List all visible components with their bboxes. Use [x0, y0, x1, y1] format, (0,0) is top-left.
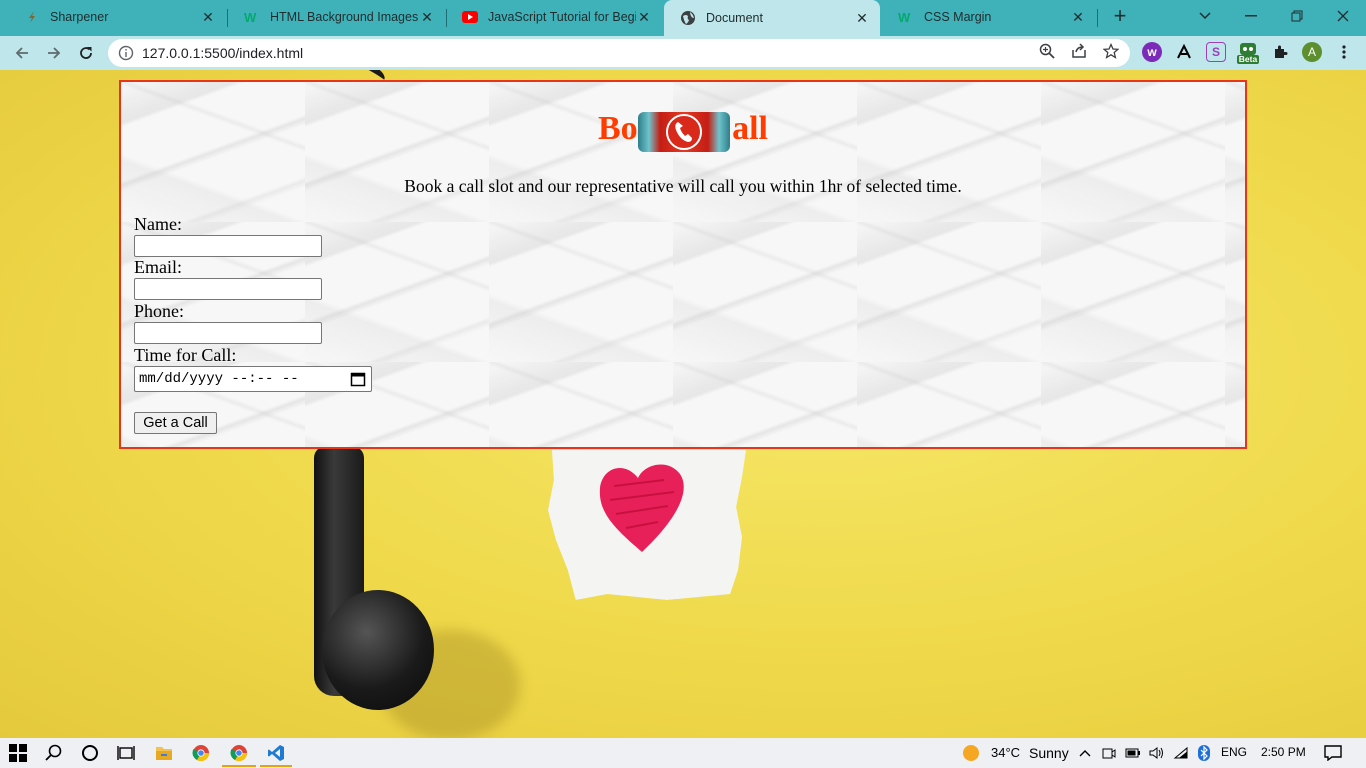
svg-text:W: W — [244, 10, 257, 24]
search-icon[interactable] — [43, 742, 65, 764]
active-app-indicator — [260, 765, 292, 767]
cortana-icon[interactable] — [79, 742, 101, 764]
weather-condition: Sunny — [1029, 745, 1069, 761]
tab-strip: Sharpener ✕ W HTML Background Images ✕ J… — [0, 0, 1366, 36]
url-text: 127.0.0.1:5500/index.html — [142, 45, 304, 61]
get-a-call-button[interactable]: Get a Call — [134, 412, 217, 434]
close-icon[interactable]: ✕ — [419, 9, 435, 25]
task-view-icon[interactable] — [115, 742, 137, 764]
w3schools-icon: W — [898, 9, 914, 25]
phone-input[interactable] — [134, 322, 322, 344]
tab-search-button[interactable] — [1182, 0, 1228, 32]
svg-text:W: W — [898, 10, 911, 24]
battery-icon[interactable] — [1122, 742, 1144, 764]
chrome-icon[interactable] — [190, 742, 212, 764]
close-icon[interactable]: ✕ — [1070, 9, 1086, 25]
time-label: Time for Call: — [134, 345, 237, 365]
windows-taskbar: 34°C Sunny ENG 2:50 PM — [0, 738, 1366, 768]
name-input[interactable] — [134, 235, 322, 257]
name-label: Name: — [134, 214, 182, 234]
profile-initial: A — [1307, 45, 1316, 59]
close-icon[interactable]: ✕ — [200, 9, 216, 25]
close-window-button[interactable] — [1320, 0, 1366, 32]
tab-javascript-tutorial[interactable]: JavaScript Tutorial for Beginne ✕ — [446, 0, 662, 34]
chevron-up-icon[interactable] — [1074, 742, 1096, 764]
phone-earpiece-image — [322, 590, 434, 710]
call-time-input[interactable]: mm/dd/yyyy --:-- -- — [134, 366, 372, 392]
w3schools-icon: W — [244, 9, 260, 25]
clock-time[interactable]: 2:50 PM — [1261, 745, 1306, 759]
beta-badge: Beta — [1238, 54, 1258, 64]
extension-beta-icon[interactable]: Beta — [1236, 41, 1260, 65]
restore-button[interactable] — [1274, 0, 1320, 32]
back-button[interactable] — [8, 39, 36, 67]
forward-button[interactable] — [40, 39, 68, 67]
minimize-button[interactable] — [1228, 0, 1274, 32]
booking-form-card: Book a Call Book a call slot and our rep… — [119, 80, 1247, 449]
weather-temperature: 34°C — [991, 745, 1021, 760]
bluetooth-icon[interactable] — [1193, 742, 1215, 764]
page-subtitle: Book a call slot and our representative … — [404, 176, 962, 196]
tab-divider — [1097, 9, 1098, 27]
chrome-menu-icon[interactable] — [1334, 42, 1354, 62]
tab-document[interactable]: Document ✕ — [664, 0, 880, 36]
heart-image — [599, 464, 684, 552]
tab-title: CSS Margin — [924, 10, 992, 24]
datetime-placeholder: mm/dd/yyyy --:-- -- — [139, 371, 299, 387]
notification-icon[interactable] — [1322, 742, 1344, 764]
vscode-icon[interactable] — [265, 742, 287, 764]
extension-a-icon[interactable] — [1174, 42, 1194, 62]
tab-title: JavaScript Tutorial for Beginne — [488, 10, 636, 24]
phone-label: Phone: — [134, 301, 185, 321]
weather-sun-icon[interactable] — [960, 742, 982, 764]
tab-html-background-images[interactable]: W HTML Background Images ✕ — [228, 0, 445, 34]
chrome-profile-icon[interactable] — [228, 742, 250, 764]
wifi-icon[interactable] — [1170, 742, 1192, 764]
extension-s-icon[interactable]: S — [1206, 42, 1226, 62]
site-info-icon[interactable] — [118, 45, 134, 61]
sharpener-icon — [24, 9, 40, 25]
tab-title: Sharpener — [50, 10, 109, 24]
bookmark-star-icon[interactable] — [1102, 42, 1120, 60]
page-viewport: Book a Call Book a call slot and our rep… — [0, 70, 1366, 738]
language-indicator[interactable]: ENG — [1221, 745, 1247, 759]
email-label: Email: — [134, 257, 182, 277]
file-explorer-icon[interactable] — [153, 742, 175, 764]
new-tab-button[interactable]: + — [1108, 5, 1132, 29]
active-app-indicator — [222, 765, 256, 767]
tab-title: HTML Background Images — [270, 10, 419, 24]
phone-call-icon — [638, 112, 730, 152]
extension-w-icon[interactable]: w — [1142, 42, 1162, 62]
email-input[interactable] — [134, 278, 322, 300]
windows-start-icon[interactable] — [7, 742, 29, 764]
globe-icon — [680, 10, 696, 26]
address-bar[interactable]: 127.0.0.1:5500/index.html — [108, 39, 1130, 67]
tab-sharpener[interactable]: Sharpener ✕ — [8, 0, 226, 34]
extensions-puzzle-icon[interactable] — [1270, 42, 1290, 62]
meet-now-icon[interactable] — [1098, 742, 1120, 764]
share-icon[interactable] — [1070, 42, 1088, 60]
reload-button[interactable] — [72, 39, 100, 67]
close-icon[interactable]: ✕ — [854, 10, 870, 26]
tab-css-margin[interactable]: W CSS Margin ✕ — [882, 0, 1096, 34]
close-icon[interactable]: ✕ — [636, 9, 652, 25]
volume-icon[interactable] — [1146, 742, 1168, 764]
profile-avatar[interactable]: A — [1302, 42, 1322, 62]
zoom-icon[interactable] — [1038, 42, 1056, 60]
tab-title: Document — [706, 11, 763, 25]
youtube-icon — [462, 9, 478, 25]
calendar-icon[interactable] — [350, 371, 366, 387]
